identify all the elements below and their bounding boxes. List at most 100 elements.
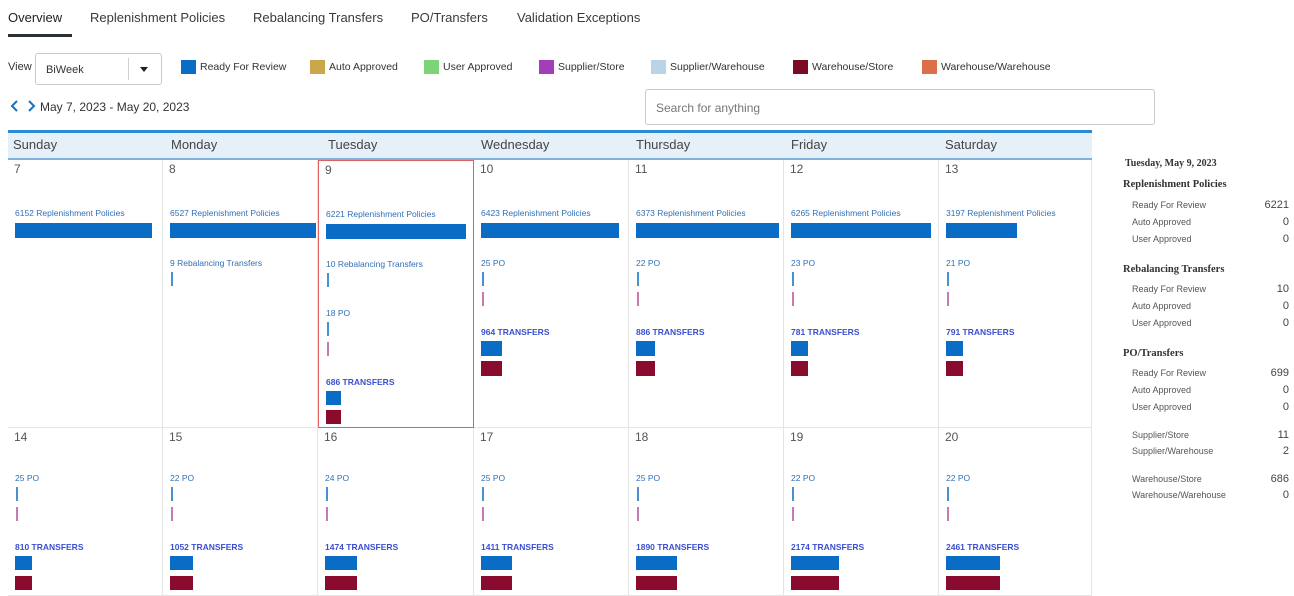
day-cell[interactable]: 18 25 PO 1890 TRANSFERS: [629, 428, 784, 596]
rebalancing-bar: [171, 272, 173, 286]
panel-row: Ready For Review 10: [1132, 283, 1289, 298]
transfers-bar-warehouse-store: [326, 410, 341, 424]
day-name-sunday: Sunday: [13, 137, 58, 152]
panel-row: Ready For Review 6221: [1132, 199, 1289, 214]
transfers-bar-ready: [481, 341, 502, 356]
day-cell[interactable]: 13 3197 Replenishment Policies 21 PO 791…: [939, 160, 1092, 428]
transfers-link[interactable]: 686 TRANSFERS: [326, 377, 395, 387]
transfers-link[interactable]: 810 TRANSFERS: [15, 542, 84, 552]
po-bar-supplier-store: [327, 342, 329, 356]
tab-rebalancing-transfers[interactable]: Rebalancing Transfers: [253, 10, 383, 25]
transfers-bar-warehouse-store: [15, 576, 32, 590]
day-cell[interactable]: 12 6265 Replenishment Policies 23 PO 781…: [784, 160, 939, 428]
chevron-left-icon[interactable]: [9, 99, 21, 113]
day-cell[interactable]: 8 6527 Replenishment Policies 9 Rebalanc…: [163, 160, 318, 428]
po-link[interactable]: 25 PO: [481, 473, 505, 483]
transfers-link[interactable]: 1411 TRANSFERS: [481, 542, 554, 552]
transfers-link[interactable]: 2461 TRANSFERS: [946, 542, 1019, 552]
replenishment-link[interactable]: 6152 Replenishment Policies: [15, 208, 125, 218]
transfers-link[interactable]: 1052 TRANSFERS: [170, 542, 243, 552]
po-link[interactable]: 21 PO: [946, 258, 970, 268]
rebalancing-link[interactable]: 10 Rebalancing Transfers: [326, 259, 423, 269]
view-label: View: [8, 61, 32, 73]
transfers-link[interactable]: 2174 TRANSFERS: [791, 542, 864, 552]
day-cell[interactable]: 20 22 PO 2461 TRANSFERS: [939, 428, 1092, 596]
po-link[interactable]: 22 PO: [791, 473, 815, 483]
panel-row: Auto Approved 0: [1132, 384, 1289, 399]
tab-po-transfers[interactable]: PO/Transfers: [411, 10, 488, 25]
day-cell[interactable]: 19 22 PO 2174 TRANSFERS: [784, 428, 939, 596]
day-number: 13: [945, 162, 959, 176]
day-name-wednesday: Wednesday: [481, 137, 550, 152]
chevron-down-icon: [140, 67, 148, 72]
rebalancing-link[interactable]: 9 Rebalancing Transfers: [170, 258, 262, 268]
replenishment-link[interactable]: 6527 Replenishment Policies: [170, 208, 280, 218]
day-number: 16: [324, 430, 338, 444]
po-link[interactable]: 25 PO: [481, 258, 505, 268]
tab-validation-exceptions[interactable]: Validation Exceptions: [517, 10, 640, 25]
legend-label: Ready For Review: [200, 61, 287, 73]
day-number: 12: [790, 162, 804, 176]
tab-replenishment-policies[interactable]: Replenishment Policies: [90, 10, 225, 25]
panel-row-value: 10: [1276, 283, 1289, 295]
replenishment-link[interactable]: 6221 Replenishment Policies: [326, 209, 436, 219]
replenishment-bar: [481, 223, 619, 238]
day-summary-panel: Tuesday, May 9, 2023 Replenishment Polic…: [1118, 150, 1294, 520]
replenishment-bar: [791, 223, 931, 238]
legend-label: Supplier/Store: [558, 61, 625, 73]
day-number: 19: [790, 430, 804, 444]
day-cell[interactable]: 17 25 PO 1411 TRANSFERS: [474, 428, 629, 596]
panel-row-label: User Approved: [1132, 318, 1192, 328]
day-cell[interactable]: 10 6423 Replenishment Policies 25 PO 964…: [474, 160, 629, 428]
chevron-right-icon[interactable]: [25, 99, 37, 113]
po-link[interactable]: 25 PO: [15, 473, 39, 483]
transfers-link[interactable]: 791 TRANSFERS: [946, 327, 1015, 337]
replenishment-link[interactable]: 6265 Replenishment Policies: [791, 208, 901, 218]
po-bar-supplier-store: [637, 507, 639, 521]
day-name-monday: Monday: [171, 137, 218, 152]
day-cell-selected[interactable]: 9 6221 Replenishment Policies 10 Rebalan…: [318, 160, 474, 428]
day-name-thursday: Thursday: [636, 137, 691, 152]
replenishment-link[interactable]: 6423 Replenishment Policies: [481, 208, 591, 218]
replenishment-link[interactable]: 6373 Replenishment Policies: [636, 208, 746, 218]
day-cell[interactable]: 14 25 PO 810 TRANSFERS: [8, 428, 163, 596]
po-link[interactable]: 18 PO: [326, 308, 350, 318]
replenishment-link[interactable]: 3197 Replenishment Policies: [946, 208, 1056, 218]
panel-row-value: 0: [1282, 216, 1289, 228]
panel-row: User Approved 0: [1132, 317, 1289, 332]
po-link[interactable]: 22 PO: [170, 473, 194, 483]
transfers-bar-ready: [15, 556, 32, 570]
po-link[interactable]: 22 PO: [636, 258, 660, 268]
po-link[interactable]: 23 PO: [791, 258, 815, 268]
po-link[interactable]: 22 PO: [946, 473, 970, 483]
legend-swatch: [922, 60, 937, 74]
transfers-link[interactable]: 886 TRANSFERS: [636, 327, 705, 337]
po-bar-ready: [482, 272, 484, 286]
day-cell[interactable]: 7 6152 Replenishment Policies: [8, 160, 163, 428]
transfers-link[interactable]: 781 TRANSFERS: [791, 327, 860, 337]
panel-row-label: User Approved: [1132, 402, 1192, 412]
day-cell[interactable]: 11 6373 Replenishment Policies 22 PO 886…: [629, 160, 784, 428]
po-bar-supplier-store: [637, 292, 639, 306]
po-bar-supplier-store: [792, 507, 794, 521]
transfers-bar-ready: [946, 556, 1000, 570]
panel-row: User Approved 0: [1132, 401, 1289, 416]
panel-row-value: 0: [1282, 233, 1289, 245]
po-link[interactable]: 24 PO: [325, 473, 349, 483]
transfers-link[interactable]: 1474 TRANSFERS: [325, 542, 398, 552]
transfers-bar-ready: [636, 341, 655, 356]
transfers-link[interactable]: 1890 TRANSFERS: [636, 542, 709, 552]
legend-label: Supplier/Warehouse: [670, 61, 765, 73]
panel-row: Supplier/Store 11: [1132, 429, 1289, 444]
panel-row-value: 0: [1282, 489, 1289, 501]
po-link[interactable]: 25 PO: [636, 473, 660, 483]
tab-overview[interactable]: Overview: [8, 10, 62, 25]
day-name-saturday: Saturday: [945, 137, 998, 152]
day-cell[interactable]: 15 22 PO 1052 TRANSFERS: [163, 428, 318, 596]
panel-row-value: 6221: [1264, 199, 1289, 211]
day-cell[interactable]: 16 24 PO 1474 TRANSFERS: [318, 428, 474, 596]
tab-bar: Overview Replenishment Policies Rebalanc…: [0, 0, 1294, 40]
search-input[interactable]: [656, 99, 1136, 117]
view-select[interactable]: BiWeek: [35, 53, 162, 85]
transfers-link[interactable]: 964 TRANSFERS: [481, 327, 550, 337]
